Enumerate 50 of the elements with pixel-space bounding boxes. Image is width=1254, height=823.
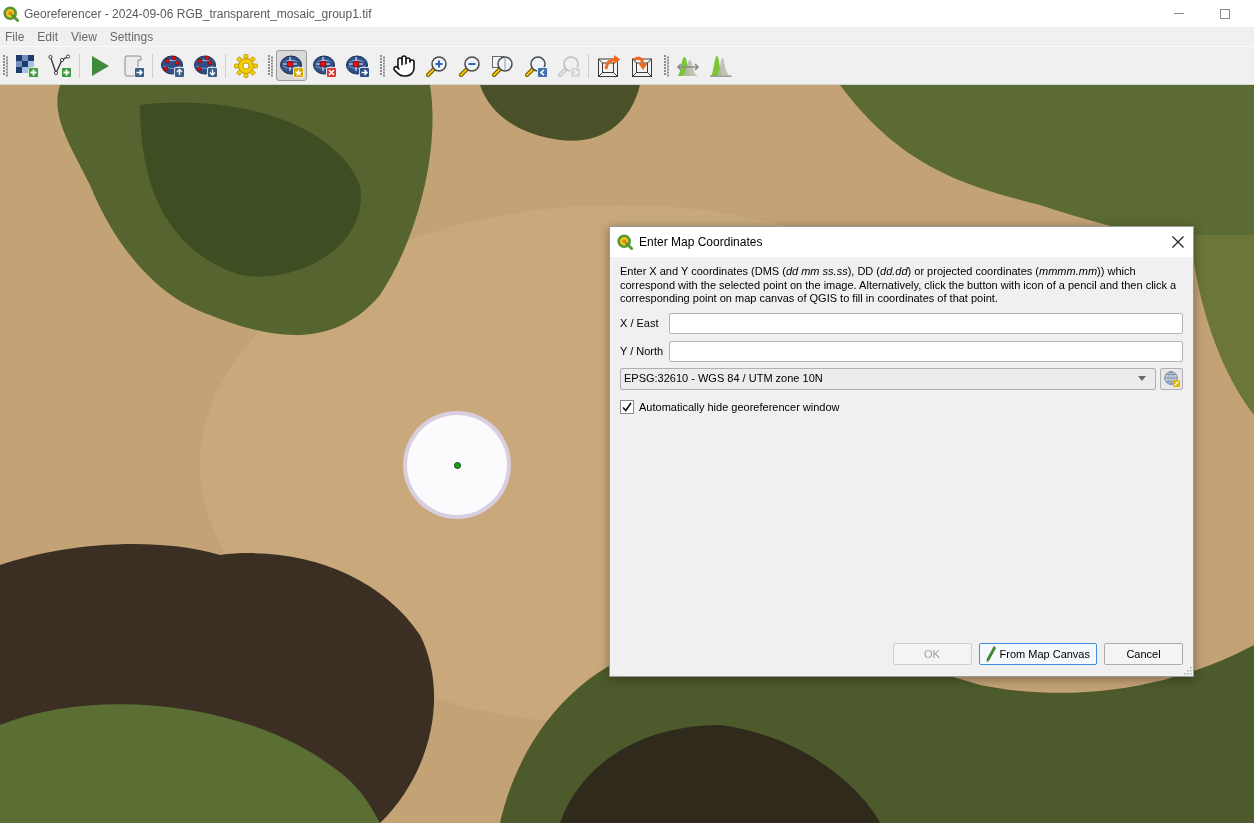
hand-icon xyxy=(391,53,416,78)
frame-arrow-icon xyxy=(596,53,621,78)
toolbar-grip-icon[interactable] xyxy=(664,54,669,77)
crs-select-button[interactable] xyxy=(1160,367,1183,390)
coordinate-field[interactable] xyxy=(669,340,1183,362)
checkmark-icon xyxy=(622,401,632,412)
menu-item[interactable]: Settings xyxy=(109,28,154,45)
globe-arrow-icon xyxy=(345,53,370,78)
instructions-text: Enter X and Y coordinates (DMS (dd mm ss.ss), DD (dd.dd) or projected coordinates (mmmm.mm)) which correspond with the selected point on the image. Alternatively, click the button with icon of a pencil and then click a corresponding point on map canvas of QGIS to fill in coordinates of that point. xyxy=(620,265,1178,306)
globe-upload-icon xyxy=(160,53,185,78)
maximize-icon xyxy=(1220,8,1230,19)
add-point-button[interactable] xyxy=(276,50,307,81)
zoom-in-icon xyxy=(424,53,449,78)
magnifier-square-icon xyxy=(490,53,515,78)
settings-icon xyxy=(233,53,258,78)
frame-arrow-down-icon xyxy=(629,53,654,78)
app-logo-icon xyxy=(617,234,633,250)
magnifier-back-icon xyxy=(523,53,548,78)
histogram-icon xyxy=(708,53,733,78)
dialog-title: Enter Map Coordinates xyxy=(639,234,763,251)
window-title: Georeferencer - 2024-09-06 RGB_transparent_mosaic_group1.tif xyxy=(24,5,372,23)
checkbox[interactable] xyxy=(620,399,634,414)
dialog-button[interactable]: From Map Canvas xyxy=(978,643,1097,665)
globe-star-icon xyxy=(279,53,304,78)
checkbox-label[interactable]: Automatically hide georeferencer window xyxy=(639,398,840,415)
globe-download-icon xyxy=(193,53,218,78)
menu-item[interactable]: File xyxy=(5,28,25,45)
magnifier-forward-icon xyxy=(556,53,581,78)
dialog-button[interactable]: Cancel xyxy=(1104,643,1183,665)
toolbar-grip-icon[interactable] xyxy=(268,54,273,77)
globe-delete-icon xyxy=(312,53,337,78)
menu-item[interactable]: Edit xyxy=(37,28,59,45)
toolbar-grip-icon[interactable] xyxy=(3,54,8,77)
minimize-icon xyxy=(1174,13,1184,14)
point-marker-icon[interactable] xyxy=(454,462,461,469)
toolbar-grip-icon[interactable] xyxy=(380,54,385,77)
zoom-out-icon xyxy=(457,53,482,78)
resize-grip-icon[interactable] xyxy=(1184,667,1192,675)
field-label: Y / North xyxy=(620,343,665,359)
close-icon xyxy=(1172,236,1184,248)
app-logo-icon xyxy=(3,5,19,22)
coordinate-field[interactable] xyxy=(669,312,1183,334)
caret-down-icon xyxy=(1138,376,1146,381)
globe-icon xyxy=(1163,370,1180,387)
pencil-icon xyxy=(985,646,996,662)
grid-plus-icon xyxy=(14,53,39,78)
menu-item[interactable]: View xyxy=(71,28,97,45)
vector-plus-icon xyxy=(47,53,72,78)
field-label: X / East xyxy=(620,315,660,331)
crs-dropdown[interactable]: EPSG:32610 - WGS 84 / UTM zone 10N xyxy=(620,367,1156,390)
